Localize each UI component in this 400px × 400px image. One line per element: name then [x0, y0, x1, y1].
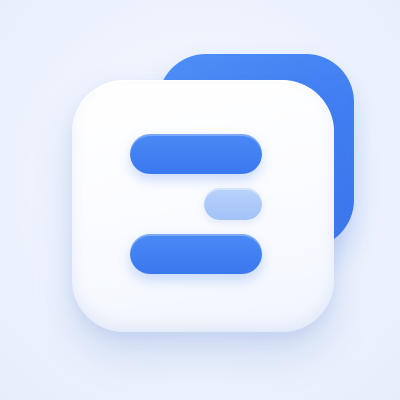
middle-pill-shape	[204, 188, 262, 220]
top-bar-shape	[130, 134, 262, 174]
app-logo-icon	[0, 0, 400, 400]
bottom-bar-shape	[130, 234, 262, 274]
front-layer-card	[72, 80, 334, 332]
